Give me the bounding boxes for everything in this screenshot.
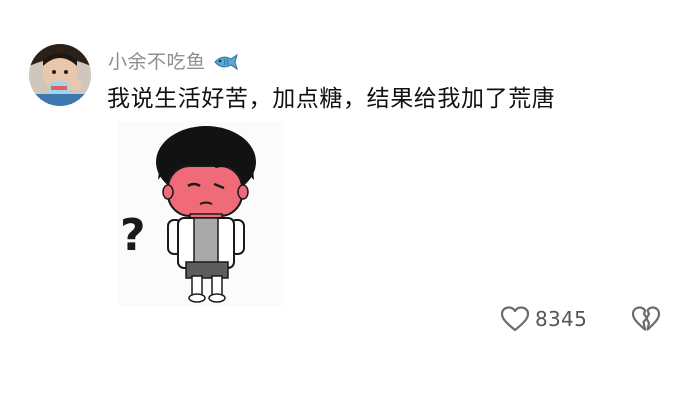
sticker-image[interactable]: ? (118, 122, 284, 306)
question-mark: ? (120, 210, 146, 261)
fish-icon (213, 53, 239, 71)
comment-item: 小余不吃鱼 我说生活好苦，加点糖，结果给我加了荒唐 ? 8345 (0, 0, 690, 407)
avatar[interactable] (29, 44, 91, 106)
username-row: 小余不吃鱼 (108, 49, 239, 75)
like-count: 8345 (535, 307, 588, 331)
avatar-image (29, 44, 91, 106)
heart-icon (500, 306, 530, 332)
like-button[interactable]: 8345 (500, 303, 588, 335)
comment-text: 我说生活好苦，加点糖，结果给我加了荒唐 (107, 86, 556, 112)
dislike-button[interactable] (631, 306, 661, 332)
username[interactable]: 小余不吃鱼 (108, 49, 206, 75)
broken-heart-icon (631, 306, 661, 336)
